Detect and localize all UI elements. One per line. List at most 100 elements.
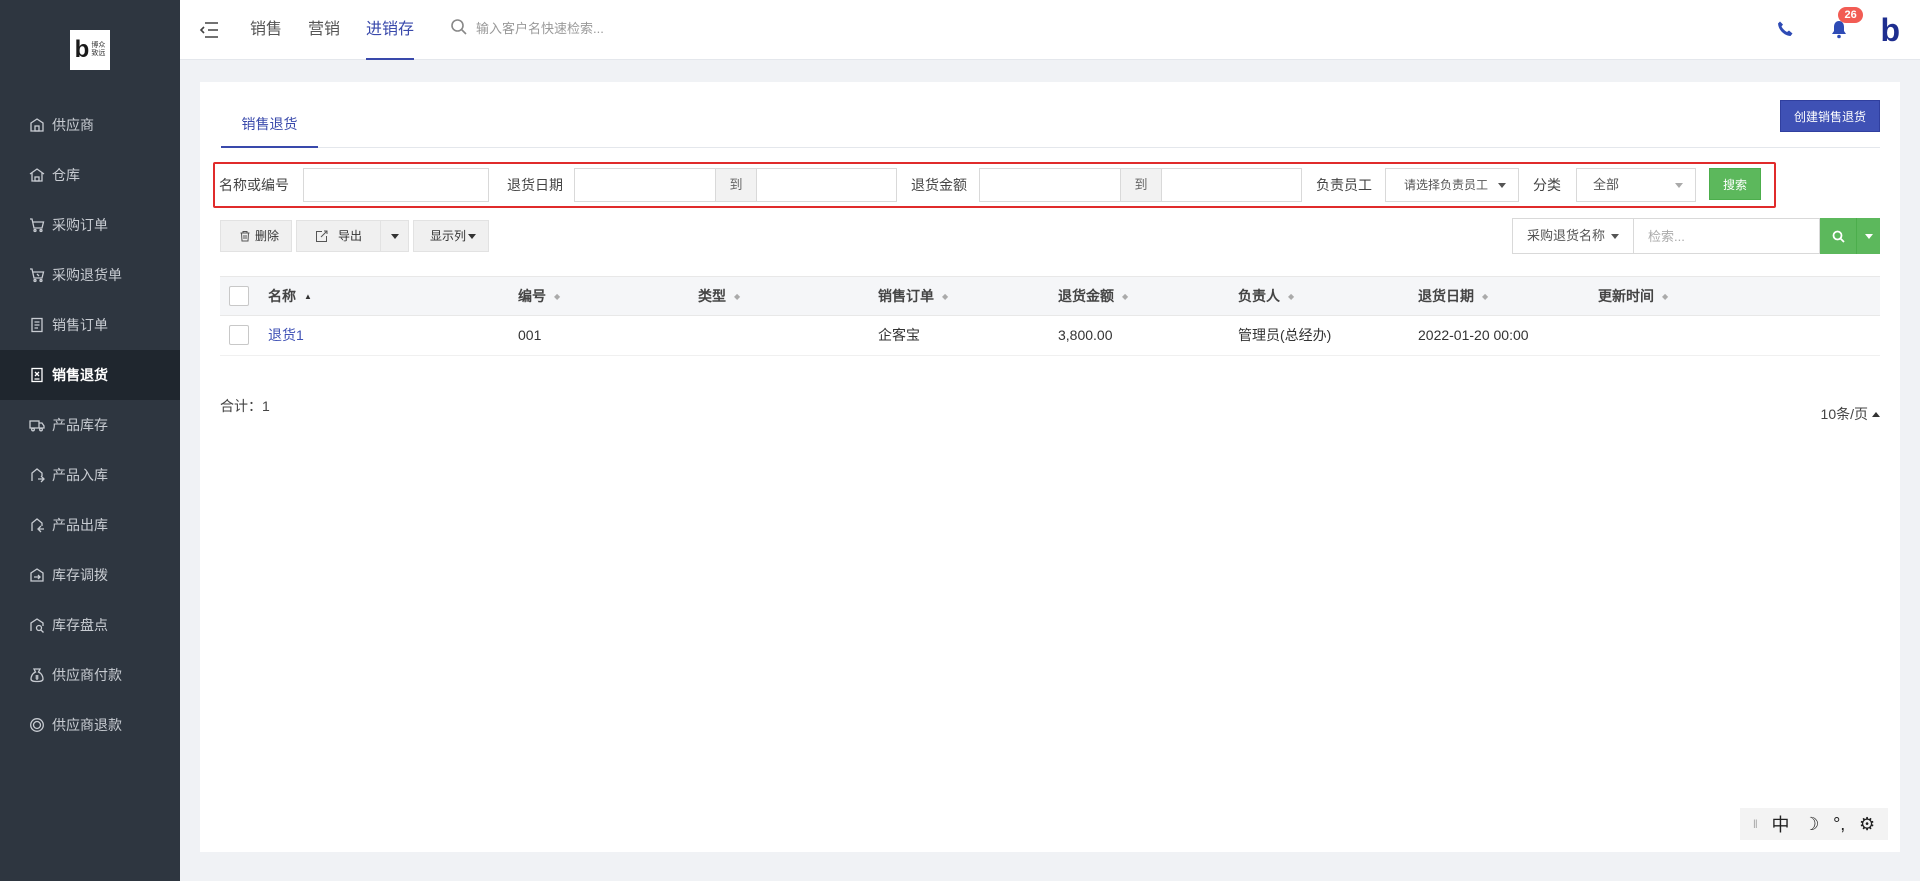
customer-search-input[interactable]: [476, 21, 736, 36]
sidebar-item-supplier[interactable]: 供应商: [0, 100, 180, 150]
name-filter-input[interactable]: [303, 168, 489, 202]
column-header-return-date[interactable]: 退货日期 ◆: [1418, 277, 1488, 315]
caret-down-icon: [390, 233, 399, 239]
sidebar-item-supplier-refund[interactable]: 供应商退款: [0, 700, 180, 750]
trash-icon: [239, 230, 251, 242]
sidebar-item-stock-check[interactable]: 库存盘点: [0, 600, 180, 650]
staff-select[interactable]: 请选择负责员工: [1385, 168, 1519, 202]
sidebar: b 博众 致远 供应商 仓库 采购订单 采购退货单 销售订单 销售退货 产品库存…: [0, 0, 180, 881]
sidebar-item-purchase-order[interactable]: 采购订单: [0, 200, 180, 250]
amount-to-input[interactable]: [1161, 168, 1302, 202]
caret-up-icon: [1872, 411, 1880, 417]
table-search-button[interactable]: [1820, 218, 1856, 254]
nav-inventory[interactable]: 进销存: [366, 0, 415, 60]
inbound-icon: [28, 466, 46, 484]
name-filter-label: 名称或编号: [219, 177, 289, 193]
amount-from-input[interactable]: [979, 168, 1121, 202]
create-sales-return-button[interactable]: 创建销售退货: [1779, 100, 1880, 132]
notifications[interactable]: 26: [1830, 6, 1863, 42]
transfer-icon: [28, 566, 46, 584]
nav-sales[interactable]: 销售: [250, 0, 282, 60]
sidebar-item-label: 供应商付款: [52, 667, 122, 683]
sidebar-item-sales-order[interactable]: 销售订单: [0, 300, 180, 350]
row-sales-order: 企客宝: [878, 327, 920, 343]
date-filter-label: 退货日期: [507, 177, 563, 193]
category-select-value: 全部: [1593, 177, 1620, 192]
category-select[interactable]: 全部: [1576, 168, 1696, 202]
customer-search: [450, 18, 736, 39]
ime-chinese-toggle[interactable]: 中: [1772, 811, 1790, 837]
caret-down-icon: [468, 233, 477, 239]
column-header-label: 负责人: [1238, 288, 1280, 304]
page-size-select[interactable]: 10条/页: [1821, 404, 1880, 424]
table-toolbar: 删除 导出 显示列: [220, 220, 493, 252]
truck-icon: [28, 416, 46, 434]
column-header-type[interactable]: 类型 ◆: [698, 277, 740, 315]
sidebar-item-purchase-return[interactable]: 采购退货单: [0, 250, 180, 300]
delete-button[interactable]: 删除: [220, 220, 293, 252]
sidebar-item-label: 仓库: [52, 167, 80, 183]
sidebar-item-supplier-payment[interactable]: 供应商付款: [0, 650, 180, 700]
row-owner: 管理员(总经办): [1238, 327, 1332, 343]
row-name-link[interactable]: 退货1: [268, 316, 304, 354]
column-header-owner[interactable]: 负责人 ◆: [1238, 277, 1294, 315]
search-field-select[interactable]: 采购退货名称: [1511, 218, 1634, 254]
amount-to-separator: 到: [1121, 168, 1161, 202]
settings-gear-icon[interactable]: ⚙: [1859, 814, 1875, 835]
nav-marketing[interactable]: 营销: [308, 0, 340, 60]
punctuation-toggle[interactable]: °,: [1833, 814, 1845, 835]
sidebar-item-stock-transfer[interactable]: 库存调拨: [0, 550, 180, 600]
brand-logo[interactable]: b: [1880, 12, 1900, 49]
top-nav: 销售 营销 进销存: [250, 0, 440, 60]
sort-icon: ◆: [554, 292, 561, 302]
sidebar-item-warehouse[interactable]: 仓库: [0, 150, 180, 200]
column-header-updated[interactable]: 更新时间 ◆: [1598, 277, 1668, 315]
sidebar-item-label: 销售订单: [52, 317, 108, 333]
category-filter-label: 分类: [1533, 177, 1561, 193]
sidebar-item-label: 库存盘点: [52, 617, 108, 633]
export-split-button: 导出: [296, 220, 410, 252]
tab-sales-return[interactable]: 销售退货: [221, 104, 318, 148]
company-logo[interactable]: b 博众 致远: [70, 30, 110, 70]
search-icon: [450, 18, 468, 39]
row-checkbox[interactable]: [229, 325, 249, 345]
export-dropdown-button[interactable]: [381, 220, 410, 252]
date-to-input[interactable]: [756, 168, 897, 202]
column-header-amount[interactable]: 退货金额 ◆: [1058, 277, 1128, 315]
column-header-name[interactable]: 名称 ▲: [268, 277, 312, 315]
date-from-input[interactable]: [574, 168, 716, 202]
sidebar-item-sales-return[interactable]: 销售退货: [0, 350, 180, 400]
table-search-dropdown[interactable]: [1856, 218, 1880, 254]
sidebar-item-label: 供应商: [52, 117, 94, 133]
phone-icon[interactable]: [1776, 20, 1794, 41]
sort-icon: ◆: [1288, 292, 1295, 302]
table-search-input[interactable]: [1634, 218, 1820, 254]
supplier-icon: [28, 116, 46, 134]
sidebar-item-label: 采购订单: [52, 217, 108, 233]
row-amount: 3,800.00: [1058, 327, 1113, 343]
sidebar-item-product-stock[interactable]: 产品库存: [0, 400, 180, 450]
column-header-label: 退货日期: [1418, 288, 1474, 304]
export-button[interactable]: 导出: [296, 220, 382, 252]
menu-collapse-icon[interactable]: [198, 19, 220, 41]
moon-icon[interactable]: ☽: [1803, 814, 1819, 835]
sidebar-item-product-outbound[interactable]: 产品出库: [0, 500, 180, 550]
show-columns-button[interactable]: 显示列: [413, 220, 490, 252]
filter-search-button[interactable]: 搜索: [1709, 168, 1761, 200]
document-icon: [28, 316, 46, 334]
sidebar-item-label: 采购退货单: [52, 267, 122, 283]
column-header-label: 名称: [268, 288, 296, 304]
cart-icon: [28, 216, 46, 234]
sort-asc-icon: ▲: [304, 292, 312, 302]
column-header-code[interactable]: 编号 ◆: [518, 277, 560, 315]
ime-toolbar: ‖ 中 ☽ °, ⚙: [1740, 808, 1888, 840]
table-header: 名称 ▲ 编号 ◆ 类型 ◆ 销售订单 ◆ 退货金额 ◆ 负责人 ◆ 退货日期 ◆ 更新时间 ◆: [220, 276, 1880, 316]
notification-badge: 26: [1838, 6, 1863, 23]
sidebar-item-product-inbound[interactable]: 产品入库: [0, 450, 180, 500]
chevron-down-icon: [1498, 183, 1506, 188]
drag-handle-icon[interactable]: ‖: [1753, 817, 1758, 831]
sort-icon: ◆: [1122, 292, 1129, 302]
select-all-checkbox[interactable]: [229, 286, 249, 306]
column-header-sales-order[interactable]: 销售订单 ◆: [878, 277, 948, 315]
caret-down-icon: [1864, 233, 1873, 239]
